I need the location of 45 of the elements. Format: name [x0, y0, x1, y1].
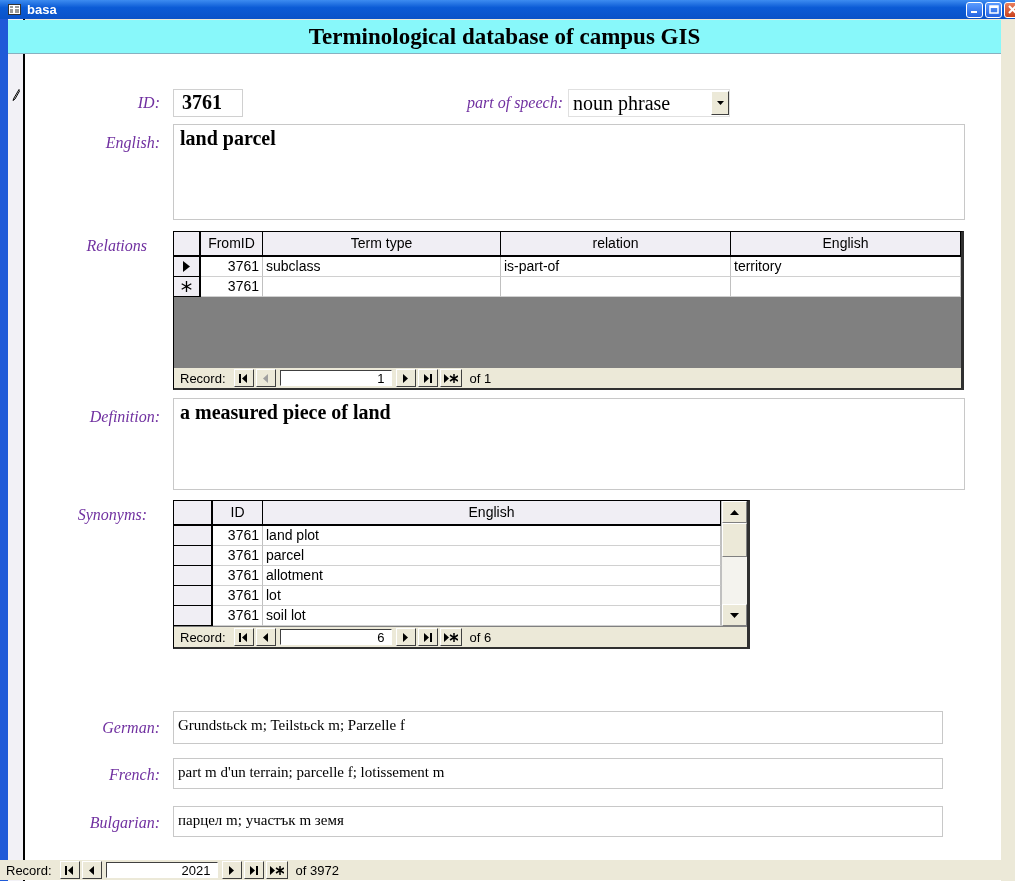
field-label: English: [104, 133, 161, 152]
table-cell: 3761 [213, 526, 263, 546]
record-count: of 1 [469, 370, 492, 386]
table-cell: 3761 [201, 257, 263, 277]
record-number-field[interactable]: 6 [279, 629, 392, 645]
table-cell: territory [731, 257, 961, 277]
dropdown-value: noun phrase [572, 91, 671, 115]
table-cell: 3761 [213, 546, 263, 566]
table-cell: parcel [263, 546, 721, 566]
text-field[interactable]: Grundstьck m; Teilstьck m; Parzelle f [173, 711, 943, 744]
field-label: Definition: [88, 407, 161, 426]
table-cell: 3761 [213, 566, 263, 586]
field-label: Synonyms: [76, 505, 148, 524]
record-count: of 3972 [295, 862, 339, 878]
form-header: Terminological database of campus GIS [8, 20, 1001, 54]
record-label: Record: [180, 370, 226, 386]
table-cell: subclass [263, 257, 501, 277]
table-cell: allotment [263, 566, 721, 586]
record-count: of 6 [469, 629, 492, 645]
table-cell: lot [263, 586, 721, 606]
field-label: part of speech: [465, 94, 564, 112]
column-header[interactable]: ID [213, 501, 263, 524]
column-header[interactable]: relation [501, 232, 731, 255]
field-label: German: [101, 718, 161, 737]
field-label: Bulgarian: [88, 813, 161, 832]
column-header[interactable]: FromID [201, 232, 263, 255]
window-title: basa [27, 2, 57, 17]
text-field[interactable]: part m d'un terrain; parcelle f; lotissement m [173, 758, 943, 789]
record-label: Record: [180, 629, 226, 645]
record-label: Record: [6, 862, 52, 878]
table-cell: 3761 [213, 586, 263, 606]
column-header[interactable]: English [731, 232, 961, 255]
table-cell: land plot [263, 526, 721, 546]
text-field[interactable]: парцел m; участък m земя [173, 806, 943, 837]
field-label: French: [108, 765, 161, 784]
column-header[interactable]: Term type [263, 232, 501, 255]
field-label: Relations [85, 236, 148, 255]
field-label: ID: [136, 94, 161, 112]
record-number-field[interactable]: 2021 [105, 862, 218, 878]
dropdown[interactable]: noun phrase [568, 89, 730, 117]
text-field[interactable]: land parcel [173, 124, 965, 220]
record-number-field[interactable]: 1 [279, 370, 392, 386]
table-cell: is-part-of [501, 257, 731, 277]
id-field[interactable]: 3761 [173, 89, 243, 117]
text-field[interactable]: a measured piece of land [173, 398, 965, 490]
